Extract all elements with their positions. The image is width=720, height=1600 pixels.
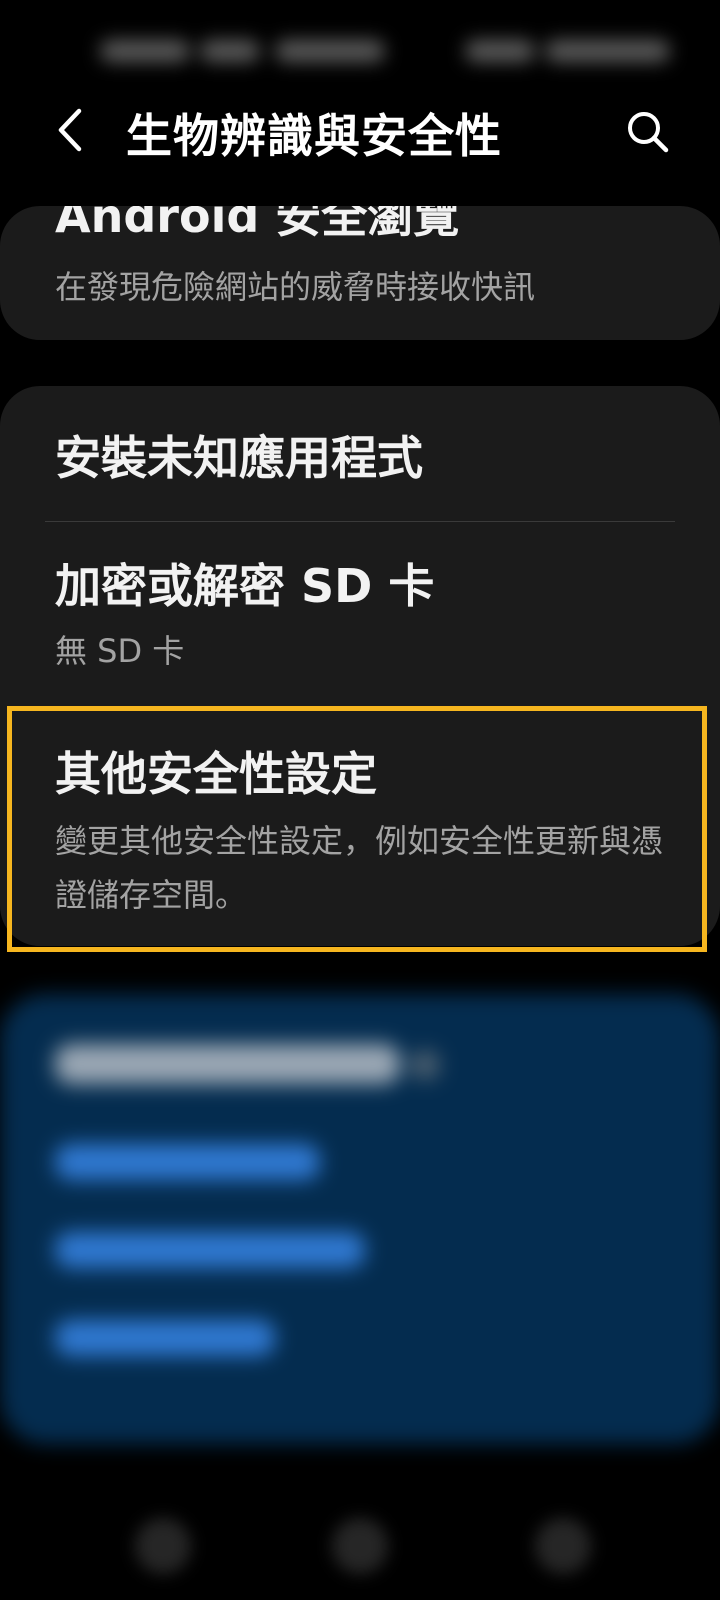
back-nav-button[interactable]: [535, 1518, 591, 1574]
status-battery-blur: [545, 40, 670, 62]
other-security-settings-title: 其他安全性設定: [55, 747, 377, 801]
chevron-left-icon: [58, 108, 82, 152]
suggestion-heading-blur: [55, 1044, 400, 1084]
other-security-settings-item[interactable]: 其他安全性設定 變更其他安全性設定，例如安全性更新與憑證儲存空間。: [0, 710, 720, 946]
suggestions-card: [0, 994, 720, 1444]
encrypt-sd-card-item[interactable]: 加密或解密 SD 卡 無 SD 卡: [0, 520, 720, 710]
safe-browsing-subtitle: 在發現危險網站的威脅時接收快訊: [55, 268, 536, 306]
install-unknown-apps-title: 安裝未知應用程式: [55, 431, 423, 485]
encrypt-sd-card-title: 加密或解密 SD 卡: [55, 559, 435, 613]
back-button[interactable]: [42, 102, 98, 158]
suggestion-link-blur: [55, 1232, 365, 1268]
status-bar: [0, 18, 720, 74]
suggestion-link-blur: [55, 1144, 320, 1180]
status-icons-blur: [275, 40, 385, 62]
install-unknown-apps-item[interactable]: 安裝未知應用程式: [0, 386, 720, 520]
home-button[interactable]: [332, 1518, 388, 1574]
app-bar: 生物辨識與安全性: [0, 88, 720, 172]
navigation-bar: [0, 1500, 720, 1600]
safe-browsing-title: Android 安全瀏覽: [55, 206, 460, 243]
safe-browsing-card[interactable]: Android 安全瀏覽 在發現危險網站的威脅時接收快訊: [0, 206, 720, 340]
encrypt-sd-card-subtitle: 無 SD 卡: [55, 632, 185, 670]
settings-card: 安裝未知應用程式 加密或解密 SD 卡 無 SD 卡 其他安全性設定 變更其他安…: [0, 386, 720, 946]
search-icon: [628, 112, 669, 153]
other-security-settings-subtitle: 變更其他安全性設定，例如安全性更新與憑證儲存空間。: [55, 822, 664, 914]
status-network-blur: [465, 40, 535, 62]
chevron-icon: [410, 1050, 440, 1080]
recents-button[interactable]: [135, 1518, 191, 1574]
status-icons-blur: [200, 40, 260, 62]
page-title: 生物辨識與安全性: [126, 109, 502, 163]
suggestion-link-blur: [55, 1320, 275, 1356]
search-button[interactable]: [620, 104, 676, 160]
status-time-blur: [100, 40, 190, 62]
